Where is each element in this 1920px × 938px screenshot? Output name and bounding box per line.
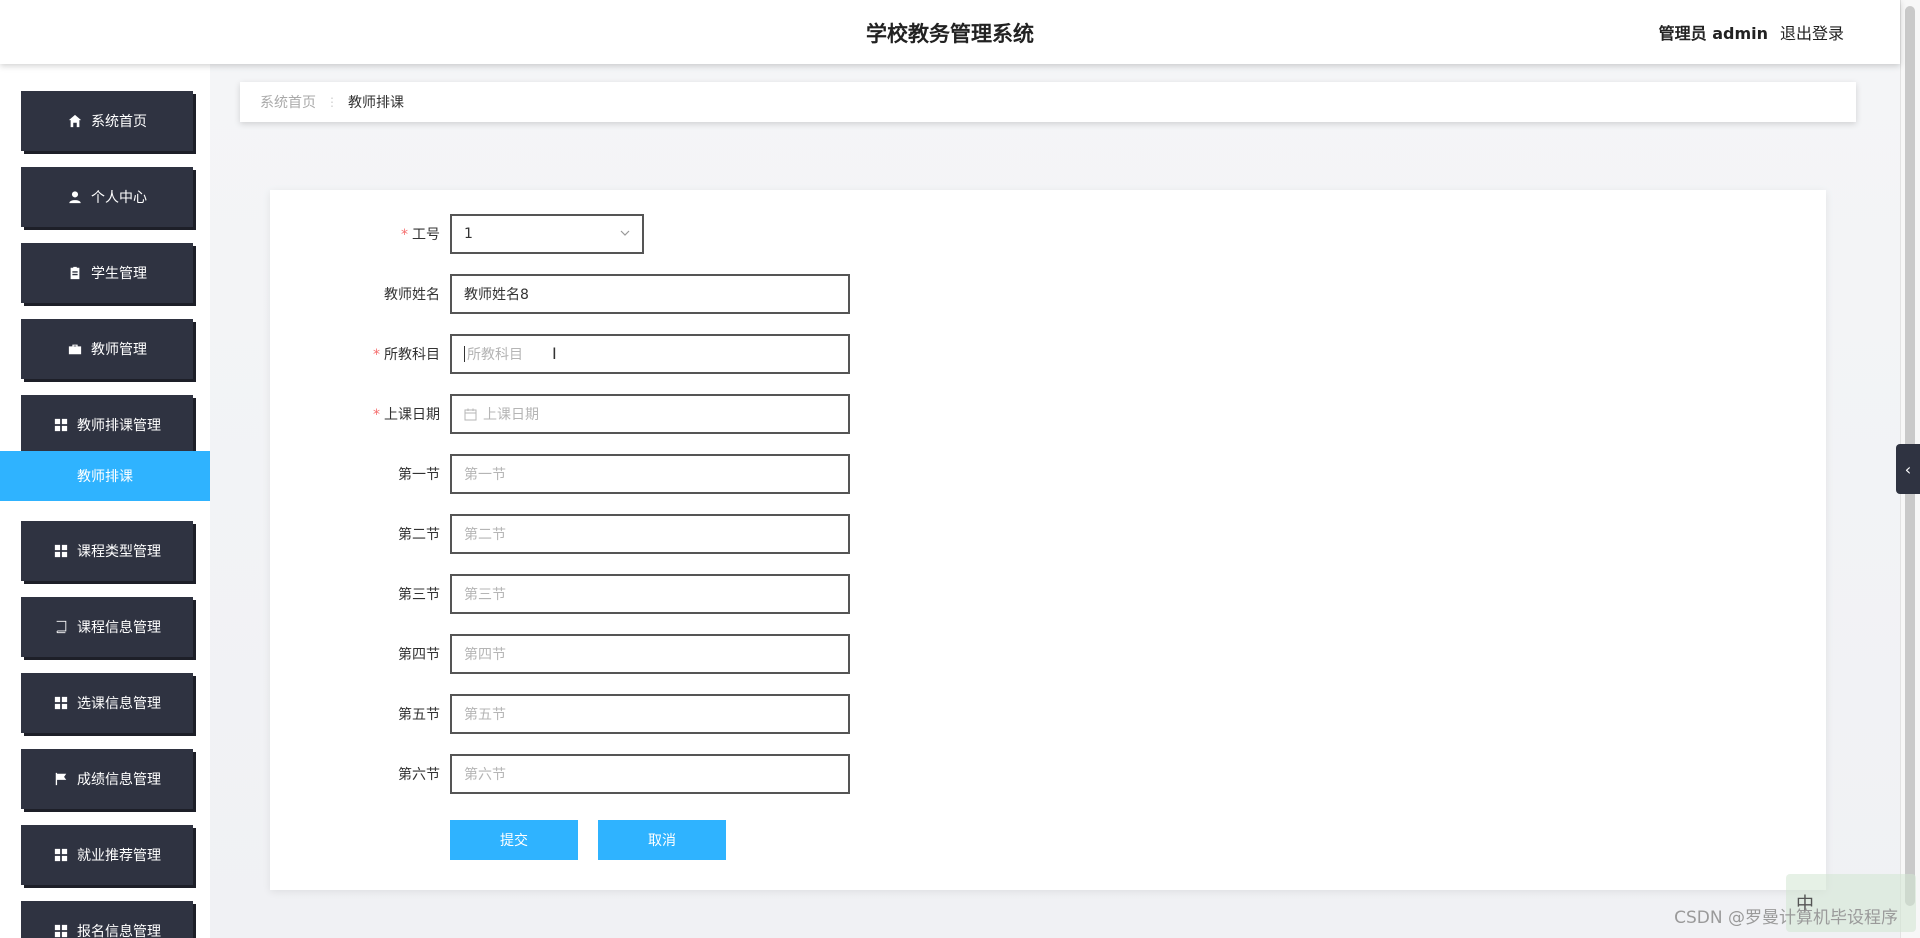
form-row-period-3: 第三节 第三节 bbox=[270, 574, 850, 614]
sidebar-item-label: 教师管理 bbox=[91, 342, 147, 358]
sidebar-item-label: 课程信息管理 bbox=[77, 620, 161, 636]
form-row-period-1: 第一节 第一节 bbox=[270, 454, 850, 494]
watermark: CSDN @罗曼计算机毕设程序 bbox=[1674, 908, 1898, 928]
teacher-name-input[interactable]: 教师姓名8 bbox=[450, 274, 850, 314]
top-header: 学校教务管理系统 管理员 admin 退出登录 bbox=[0, 0, 1900, 64]
teacher-no-select[interactable]: 1 bbox=[450, 214, 644, 254]
briefcase-icon bbox=[67, 341, 83, 357]
grid-icon bbox=[53, 847, 69, 863]
period-6-label: 第六节 bbox=[398, 767, 440, 783]
drawer-toggle-button[interactable]: ‹ bbox=[1896, 444, 1920, 494]
required-mark: * bbox=[373, 347, 380, 363]
period-3-input[interactable]: 第三节 bbox=[450, 574, 850, 614]
form-row-period-5: 第五节 第五节 bbox=[270, 694, 850, 734]
period-4-input[interactable]: 第四节 bbox=[450, 634, 850, 674]
app-title: 学校教务管理系统 bbox=[866, 22, 1034, 46]
sidebar-item-label: 学生管理 bbox=[91, 266, 147, 282]
text-caret bbox=[464, 346, 465, 362]
grid-icon bbox=[53, 543, 69, 559]
teacher-name-label: 教师姓名 bbox=[384, 287, 440, 303]
sidebar-item-label: 个人中心 bbox=[91, 190, 147, 206]
sidebar-item-registration[interactable]: 报名信息管理 bbox=[21, 901, 193, 938]
required-mark: * bbox=[401, 227, 408, 243]
book-icon bbox=[53, 619, 69, 635]
period-1-input[interactable]: 第一节 bbox=[450, 454, 850, 494]
calendar-icon bbox=[464, 408, 477, 421]
form-row-period-4: 第四节 第四节 bbox=[270, 634, 850, 674]
breadcrumb-separator-icon: ⋮ bbox=[326, 95, 338, 109]
sidebar-item-home[interactable]: 系统首页 bbox=[21, 91, 193, 151]
teacher-no-value: 1 bbox=[464, 226, 473, 242]
sidebar-item-grades[interactable]: 成绩信息管理 bbox=[21, 749, 193, 809]
period-6-input[interactable]: 第六节 bbox=[450, 754, 850, 794]
current-user: 管理员 admin bbox=[1658, 24, 1768, 43]
sidebar-item-enrollment[interactable]: 选课信息管理 bbox=[21, 673, 193, 733]
sidebar: 系统首页 个人中心 学生管理 教师管理 教师排课管理 教师排课 课程类型管理 课… bbox=[0, 64, 210, 938]
sidebar-subitem-teacher-schedule[interactable]: 教师排课 bbox=[0, 451, 210, 501]
sidebar-item-label: 就业推荐管理 bbox=[77, 848, 161, 864]
period-2-label: 第二节 bbox=[398, 527, 440, 543]
sidebar-item-employment[interactable]: 就业推荐管理 bbox=[21, 825, 193, 885]
form-row-subject: * 所教科目 所教科目 I bbox=[270, 334, 850, 374]
subject-label: 所教科目 bbox=[384, 347, 440, 363]
sidebar-item-students[interactable]: 学生管理 bbox=[21, 243, 193, 303]
class-date-picker[interactable]: 上课日期 bbox=[450, 394, 850, 434]
teacher-name-value: 教师姓名8 bbox=[464, 287, 529, 303]
class-date-placeholder: 上课日期 bbox=[483, 407, 539, 423]
required-mark: * bbox=[373, 407, 380, 423]
submit-button[interactable]: 提交 bbox=[450, 820, 578, 860]
sidebar-item-profile[interactable]: 个人中心 bbox=[21, 167, 193, 227]
subject-input[interactable]: 所教科目 I bbox=[450, 334, 850, 374]
sidebar-item-label: 课程类型管理 bbox=[77, 544, 161, 560]
grid-icon bbox=[53, 923, 69, 938]
user-icon bbox=[67, 189, 83, 205]
logout-link[interactable]: 退出登录 bbox=[1780, 20, 1844, 44]
sidebar-item-label: 系统首页 bbox=[91, 114, 147, 130]
period-2-input[interactable]: 第二节 bbox=[450, 514, 850, 554]
breadcrumb-home[interactable]: 系统首页 bbox=[260, 92, 316, 112]
form-row-teacher-no: * 工号 1 bbox=[270, 214, 644, 254]
period-5-placeholder: 第五节 bbox=[464, 707, 506, 723]
period-4-label: 第四节 bbox=[398, 647, 440, 663]
form-row-period-6: 第六节 第六节 bbox=[270, 754, 850, 794]
period-3-placeholder: 第三节 bbox=[464, 587, 506, 603]
schedule-form: * 工号 1 教师姓名 教师姓名8 * 所教科目 所教科目 I * 上课日期 上… bbox=[270, 190, 1826, 890]
period-1-label: 第一节 bbox=[398, 467, 440, 483]
grid-icon bbox=[53, 417, 69, 433]
sidebar-item-courses[interactable]: 课程信息管理 bbox=[21, 597, 193, 657]
form-row-period-2: 第二节 第二节 bbox=[270, 514, 850, 554]
period-5-label: 第五节 bbox=[398, 707, 440, 723]
breadcrumb: 系统首页 ⋮ 教师排课 bbox=[240, 82, 1856, 122]
main-content: 系统首页 ⋮ 教师排课 * 工号 1 教师姓名 教师姓名8 * 所教科目 所教科目 … bbox=[210, 64, 1900, 938]
form-row-teacher-name: 教师姓名 教师姓名8 bbox=[270, 274, 850, 314]
chevron-down-icon bbox=[620, 226, 630, 242]
breadcrumb-current: 教师排课 bbox=[348, 95, 404, 111]
sidebar-item-label: 教师排课管理 bbox=[77, 418, 161, 434]
period-6-placeholder: 第六节 bbox=[464, 767, 506, 783]
sidebar-item-label: 选课信息管理 bbox=[77, 696, 161, 712]
clipboard-icon bbox=[67, 265, 83, 281]
form-row-class-date: * 上课日期 上课日期 bbox=[270, 394, 850, 434]
class-date-label: 上课日期 bbox=[384, 407, 440, 423]
home-icon bbox=[67, 113, 83, 129]
sidebar-item-label: 报名信息管理 bbox=[77, 924, 161, 938]
grid-icon bbox=[53, 695, 69, 711]
cancel-button[interactable]: 取消 bbox=[598, 820, 726, 860]
teacher-no-label: 工号 bbox=[412, 227, 440, 243]
period-1-placeholder: 第一节 bbox=[464, 467, 506, 483]
sidebar-item-teachers[interactable]: 教师管理 bbox=[21, 319, 193, 379]
period-5-input[interactable]: 第五节 bbox=[450, 694, 850, 734]
sidebar-item-schedule-mgmt[interactable]: 教师排课管理 bbox=[21, 395, 193, 455]
period-3-label: 第三节 bbox=[398, 587, 440, 603]
chevron-left-icon: ‹ bbox=[1904, 459, 1912, 479]
period-2-placeholder: 第二节 bbox=[464, 527, 506, 543]
ibeam-cursor-icon: I bbox=[552, 344, 557, 363]
flag-icon bbox=[53, 771, 69, 787]
sidebar-item-course-types[interactable]: 课程类型管理 bbox=[21, 521, 193, 581]
period-4-placeholder: 第四节 bbox=[464, 647, 506, 663]
subject-placeholder: 所教科目 bbox=[467, 347, 523, 363]
sidebar-item-label: 成绩信息管理 bbox=[77, 772, 161, 788]
